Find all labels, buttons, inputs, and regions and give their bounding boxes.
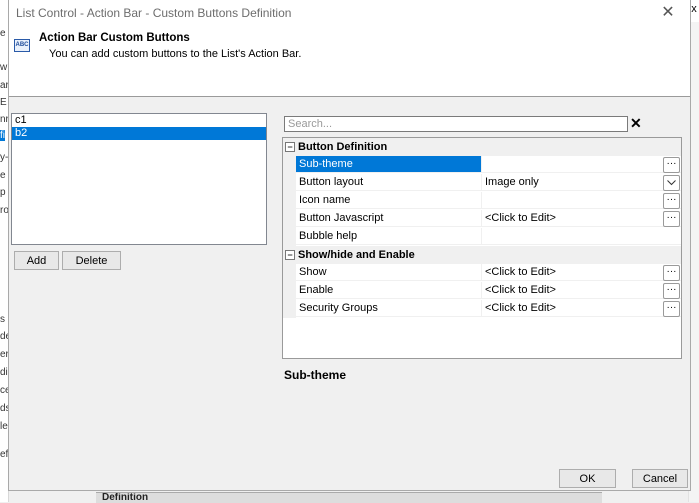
background-text-fragment: s	[0, 314, 5, 325]
background-app-bottom-text: Definition	[96, 492, 602, 503]
custom-buttons-list[interactable]: c1 b2	[11, 113, 267, 245]
property-name: Sub-theme	[296, 156, 481, 173]
property-row-button-layout[interactable]: Button layout Image only	[283, 174, 681, 192]
property-value[interactable]	[481, 156, 681, 173]
property-description-title: Sub-theme	[284, 368, 347, 382]
window-title: List Control - Action Bar - Custom Butto…	[16, 6, 292, 20]
property-row-security-groups[interactable]: Security Groups <Click to Edit> ···	[283, 300, 681, 318]
title-bar: List Control - Action Bar - Custom Butto…	[9, 0, 690, 26]
close-icon[interactable]: ✕	[646, 0, 690, 26]
property-grid: − Button Definition Sub-theme ··· Button…	[282, 137, 682, 359]
category-show-hide-enable[interactable]: − Show/hide and Enable	[283, 246, 681, 264]
property-value[interactable]: <Click to Edit>	[481, 210, 681, 227]
ellipsis-button-icon[interactable]: ···	[663, 301, 680, 317]
property-value[interactable]: <Click to Edit>	[481, 300, 681, 317]
list-item-c1[interactable]: c1	[12, 114, 266, 127]
delete-button[interactable]: Delete	[62, 251, 121, 270]
property-row-show[interactable]: Show <Click to Edit> ···	[283, 264, 681, 282]
background-text-fragment: fi	[0, 130, 5, 141]
category-label: Button Definition	[298, 141, 388, 153]
background-text-fragment: le	[0, 421, 8, 432]
property-row-enable[interactable]: Enable <Click to Edit> ···	[283, 282, 681, 300]
chevron-down-icon[interactable]	[663, 175, 680, 191]
property-value[interactable]	[481, 228, 681, 245]
clear-search-icon[interactable]: ✕	[630, 115, 642, 131]
property-name: Icon name	[296, 192, 481, 209]
property-name: Bubble help	[296, 228, 481, 245]
dialog-header: ABC Action Bar Custom Buttons You can ad…	[9, 26, 690, 97]
background-text-fragment: w	[0, 62, 8, 73]
add-button[interactable]: Add	[14, 251, 59, 270]
ok-button[interactable]: OK	[559, 469, 616, 488]
ellipsis-button-icon[interactable]: ···	[663, 157, 680, 173]
list-item-b2[interactable]: b2	[12, 127, 266, 140]
category-button-definition[interactable]: − Button Definition	[283, 138, 681, 156]
property-value[interactable]	[481, 192, 681, 209]
cancel-button[interactable]: Cancel	[632, 469, 688, 488]
background-text-fragment: p	[0, 187, 6, 198]
property-value[interactable]: <Click to Edit>	[481, 264, 681, 281]
background-text-fragment: e	[0, 28, 6, 39]
action-bar-icon: ABC	[14, 39, 30, 52]
custom-buttons-dialog: List Control - Action Bar - Custom Butto…	[8, 0, 691, 491]
ellipsis-button-icon[interactable]: ···	[663, 193, 680, 209]
category-label: Show/hide and Enable	[298, 249, 415, 261]
background-text-fragment: e	[0, 170, 6, 181]
property-value[interactable]: <Click to Edit>	[481, 282, 681, 299]
background-text-fragment: di	[0, 367, 8, 378]
collapse-icon[interactable]: −	[285, 250, 295, 260]
ellipsis-button-icon[interactable]: ···	[663, 283, 680, 299]
background-text-fragment: E	[0, 97, 7, 108]
property-name: Button layout	[296, 174, 481, 191]
property-row-button-javascript[interactable]: Button Javascript <Click to Edit> ···	[283, 210, 681, 228]
search-input[interactable]	[284, 116, 628, 132]
header-subtitle: You can add custom buttons to the List's…	[49, 48, 302, 60]
property-name: Security Groups	[296, 300, 481, 317]
property-row-bubble-help[interactable]: Bubble help	[283, 228, 681, 246]
property-row-sub-theme[interactable]: Sub-theme ···	[283, 156, 681, 174]
ellipsis-button-icon[interactable]: ···	[663, 211, 680, 227]
collapse-icon[interactable]: −	[285, 142, 295, 152]
header-title: Action Bar Custom Buttons	[39, 32, 190, 44]
ellipsis-button-icon[interactable]: ···	[663, 265, 680, 281]
property-name: Show	[296, 264, 481, 281]
property-row-icon-name[interactable]: Icon name ···	[283, 192, 681, 210]
property-name: Enable	[296, 282, 481, 299]
property-value[interactable]: Image only	[481, 174, 681, 191]
property-name: Button Javascript	[296, 210, 481, 227]
